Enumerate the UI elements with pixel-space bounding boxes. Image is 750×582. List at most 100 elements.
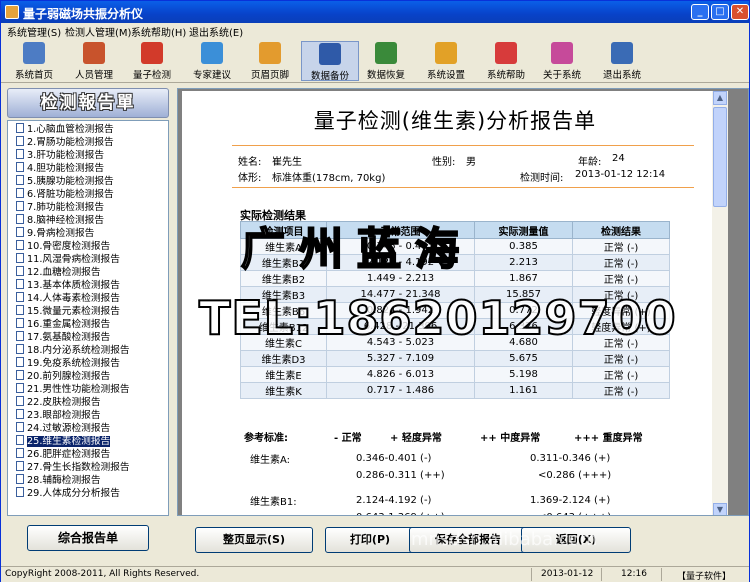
cell-result: 正常 (-): [572, 366, 670, 383]
fullpage-button[interactable]: 整页显示(S): [195, 527, 313, 553]
document-icon: [16, 292, 24, 302]
list-item[interactable]: 14.人体毒素检测报告: [16, 292, 120, 305]
list-item-label: 1.心脑血管检测报告: [27, 124, 114, 135]
document-icon: [16, 279, 24, 289]
list-item-label: 25.维生素检测报告: [27, 436, 111, 447]
minimize-button[interactable]: _: [691, 4, 709, 20]
list-item[interactable]: 2.胃肠功能检测报告: [16, 136, 114, 149]
list-item[interactable]: 28.辅酶检测报告: [16, 474, 101, 487]
body-value: 标准体重(178cm, 70kg): [272, 173, 386, 184]
scroll-up-icon[interactable]: ▲: [713, 91, 727, 105]
list-item[interactable]: 18.内分泌系统检测报告: [16, 344, 130, 357]
menu-person[interactable]: 检测人管理(M): [65, 24, 131, 39]
scroll-thumb[interactable]: [713, 107, 727, 207]
cell-range: 5.327 - 7.109: [326, 350, 475, 367]
name-value: 崔先生: [272, 157, 302, 168]
sex-value: 男: [466, 157, 476, 168]
list-item-label: 29.人体成分分析报告: [27, 488, 120, 499]
app-window: 量子弱磁场共振分析仪 _ □ ✕ 系统管理(S) 检测人管理(M) 系统帮助(H…: [0, 0, 750, 582]
report-title: 量子检测(维生素)分析报告单: [313, 109, 597, 133]
list-item-label: 8.脑神经检测报告: [27, 215, 105, 226]
reference-range: 0.643-1.369 (++): [356, 512, 445, 515]
list-item-label: 13.基本体质检测报告: [27, 280, 120, 291]
scroll-down-icon[interactable]: ▼: [713, 503, 727, 515]
list-item[interactable]: 26.肥胖症检测报告: [16, 448, 110, 461]
document-icon: [16, 253, 24, 263]
legend-mild: + 轻度异常: [390, 433, 442, 444]
reference-label: 参考标准:: [244, 433, 288, 444]
toolbar-label: 退出系统: [602, 70, 641, 81]
menu-system[interactable]: 系统管理(S): [7, 24, 61, 39]
list-item[interactable]: 19.免疫系统检测报告: [16, 357, 120, 370]
age-value: 24: [612, 153, 625, 164]
list-item[interactable]: 11.风湿骨病检测报告: [16, 253, 120, 266]
toolbar-button-page[interactable]: 页眉页脚: [241, 41, 299, 81]
time-label: 检测时间:: [520, 173, 564, 184]
vertical-scrollbar[interactable]: ▲ ▼: [712, 91, 728, 515]
print-button[interactable]: 打印(P): [325, 527, 415, 553]
toolbar-button-book[interactable]: 专家建议: [183, 41, 241, 81]
list-item[interactable]: 25.维生素检测报告: [16, 435, 111, 448]
document-icon: [16, 318, 24, 328]
list-item-label: 26.肥胖症检测报告: [27, 449, 111, 460]
toolbar-button-users[interactable]: 人员管理: [65, 41, 123, 81]
list-item[interactable]: 21.男性性功能检测报告: [16, 383, 130, 396]
document-icon: [16, 201, 24, 211]
list-item[interactable]: 3.肝功能检测报告: [16, 149, 104, 162]
list-item[interactable]: 16.重金属检测报告: [16, 318, 110, 331]
list-item[interactable]: 29.人体成分分析报告: [16, 487, 120, 500]
list-item[interactable]: 24.过敏源检测报告: [16, 422, 110, 435]
summary-report-button[interactable]: 综合报告单: [27, 525, 149, 551]
toolbar-button-backup[interactable]: 数据备份: [301, 41, 359, 82]
list-item[interactable]: 20.前列腺检测报告: [16, 370, 110, 383]
report-list[interactable]: 1.心脑血管检测报告 2.胃肠功能检测报告 3.肝功能检测报告 4.胆功能检测报告 5.…: [7, 120, 169, 516]
reference-range: 1.369-2.124 (+): [530, 495, 611, 506]
list-item[interactable]: 27.骨生长指数检测报告: [16, 461, 130, 474]
list-item[interactable]: 15.微量元素检测报告: [16, 305, 120, 318]
maximize-button[interactable]: □: [711, 4, 729, 20]
restore-icon: [375, 42, 397, 64]
document-icon: [16, 383, 24, 393]
list-item-label: 5.胰腺功能检测报告: [27, 176, 114, 187]
document-icon: [16, 448, 24, 458]
list-item[interactable]: 7.肺功能检测报告: [16, 201, 104, 214]
users-icon: [83, 42, 105, 64]
watermark-url: mnsdsh.alibaba.com: [411, 529, 598, 550]
list-item[interactable]: 1.心脑血管检测报告: [16, 123, 114, 136]
toolbar-button-molecule[interactable]: 量子检测: [123, 41, 181, 81]
list-item[interactable]: 8.脑神经检测报告: [16, 214, 104, 227]
list-item-label: 4.胆功能检测报告: [27, 163, 105, 174]
menu-bar: 系统管理(S) 检测人管理(M) 系统帮助(H) 退出系统(E): [1, 23, 749, 39]
list-item[interactable]: 12.血糖检测报告: [16, 266, 101, 279]
document-icon: [16, 123, 24, 133]
divider: [232, 187, 694, 188]
list-item[interactable]: 23.眼部检测报告: [16, 409, 101, 422]
menu-help[interactable]: 系统帮助(H): [131, 24, 186, 39]
toolbar-button-home[interactable]: 系统首页: [5, 41, 63, 81]
list-item[interactable]: 22.皮肤检测报告: [16, 396, 101, 409]
toolbar-button-exit[interactable]: 退出系统: [593, 41, 651, 81]
close-button[interactable]: ✕: [731, 4, 749, 20]
list-item-label: 20.前列腺检测报告: [27, 371, 111, 382]
list-item[interactable]: 4.胆功能检测报告: [16, 162, 104, 175]
home-icon: [23, 42, 45, 64]
table-row: 维生素E 4.826 - 6.013 5.198 正常 (-): [240, 366, 670, 383]
toolbar-button-chart[interactable]: 关于系统: [533, 41, 591, 81]
list-item[interactable]: 9.骨病检测报告: [16, 227, 94, 240]
toolbar-button-settings[interactable]: 系统设置: [417, 41, 475, 81]
menu-exit[interactable]: 退出系统(E): [189, 24, 243, 39]
list-item[interactable]: 6.肾脏功能检测报告: [16, 188, 114, 201]
toolbar-button-help[interactable]: 系统帮助: [477, 41, 535, 81]
toolbar-button-restore[interactable]: 数据恢复: [357, 41, 415, 81]
list-item[interactable]: 5.胰腺功能检测报告: [16, 175, 114, 188]
list-item[interactable]: 17.氨基酸检测报告: [16, 331, 110, 344]
list-item-label: 14.人体毒素检测报告: [27, 293, 120, 304]
status-time: 12:16: [621, 569, 647, 579]
list-item[interactable]: 13.基本体质检测报告: [16, 279, 120, 292]
document-icon: [16, 396, 24, 406]
document-icon: [16, 357, 24, 367]
cell-measured: 0.385: [474, 238, 573, 255]
status-date: 2013-01-12: [541, 569, 594, 579]
list-item[interactable]: 10.骨密度检测报告: [16, 240, 110, 253]
document-icon: [16, 344, 24, 354]
